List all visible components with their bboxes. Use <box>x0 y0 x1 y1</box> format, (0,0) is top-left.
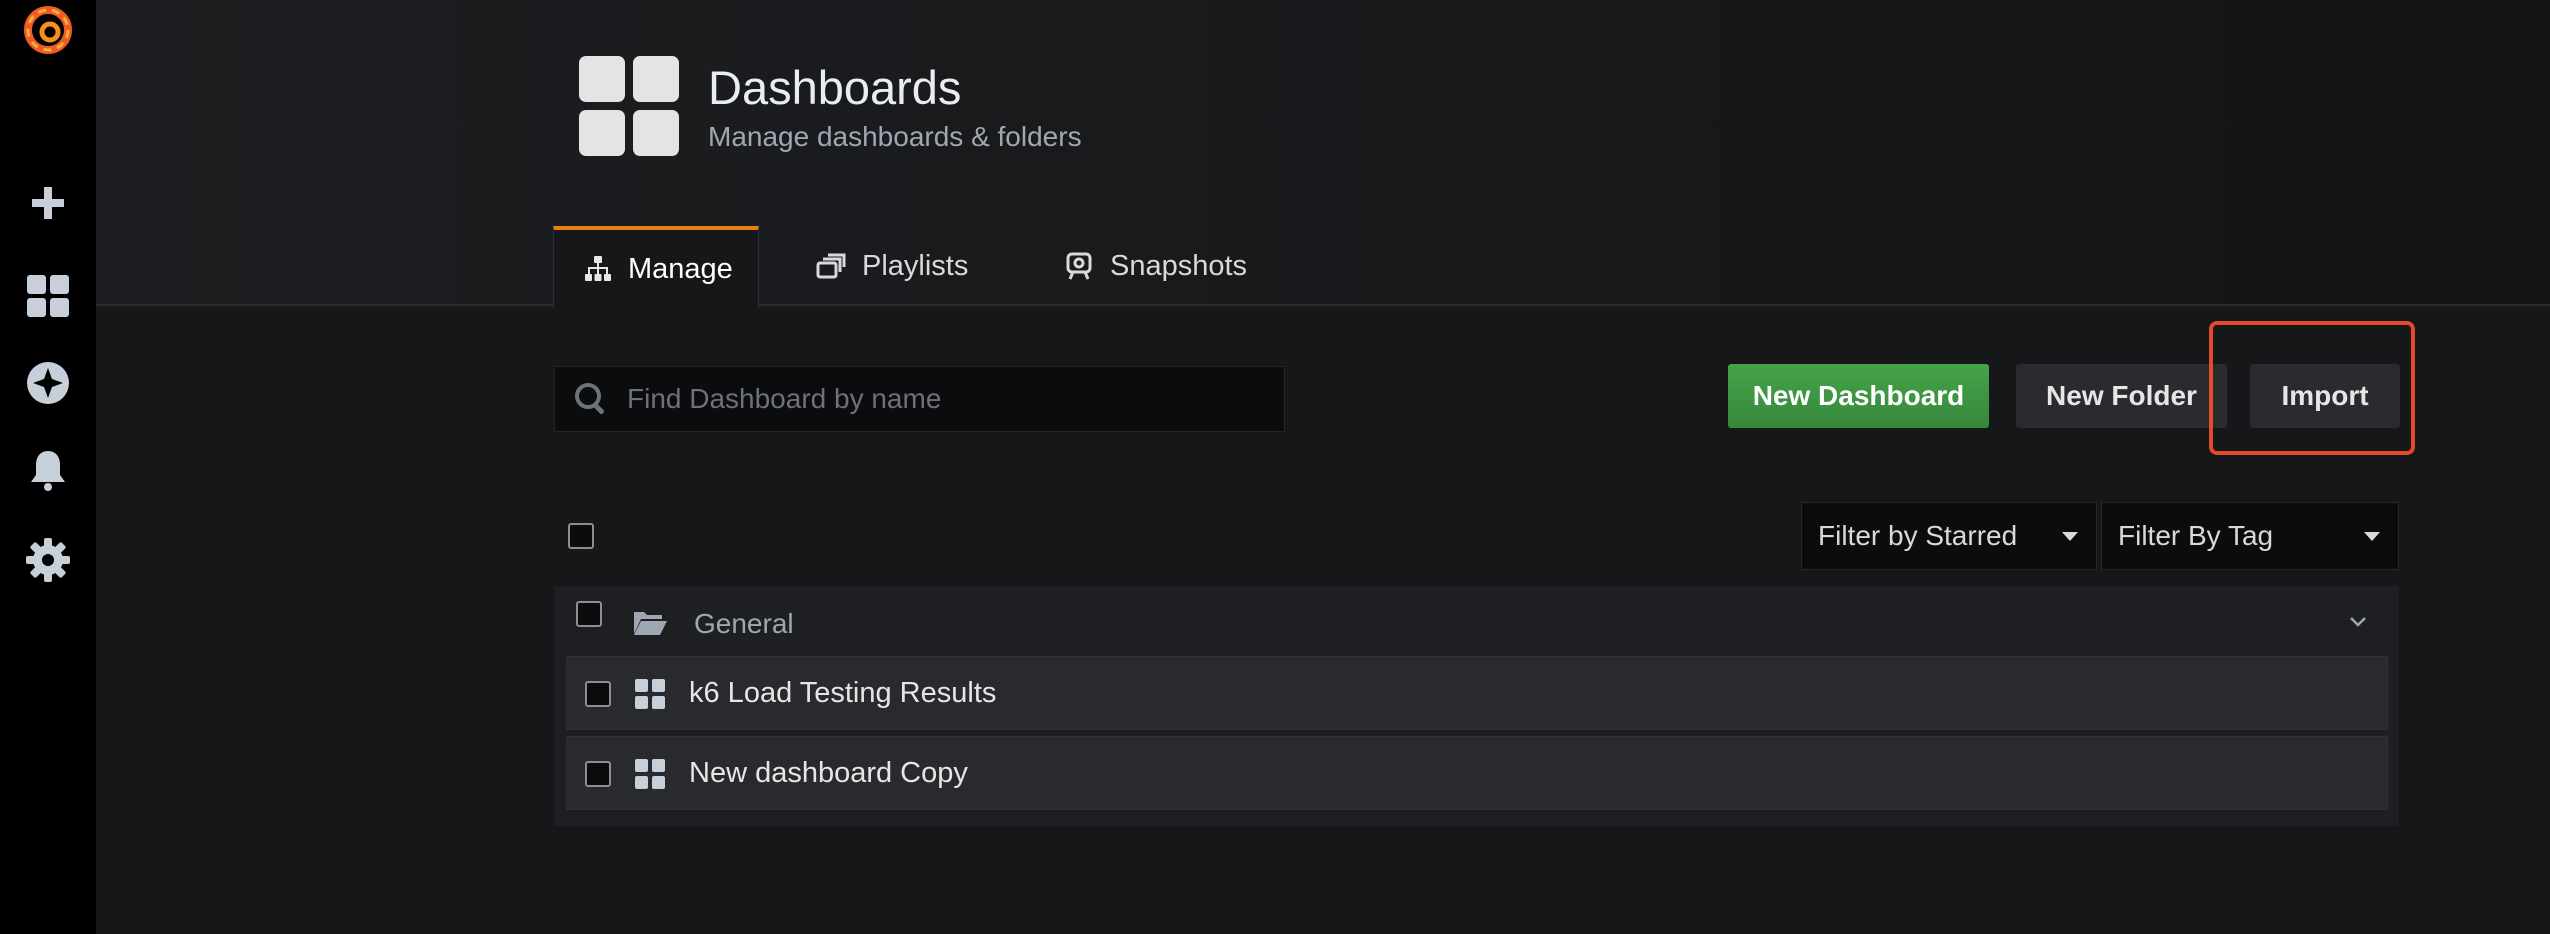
page-subtitle: Manage dashboards & folders <box>708 121 1082 152</box>
caret-down-icon <box>2062 531 2078 541</box>
search-icon <box>571 379 611 419</box>
dashboard-row[interactable]: k6 Load Testing Results <box>566 656 2388 730</box>
filter-by-tag-select[interactable]: Filter By Tag <box>2101 502 2399 570</box>
tab-manage[interactable]: Manage <box>553 226 759 308</box>
alert-bell-icon[interactable] <box>8 440 88 500</box>
page-header: Dashboards Manage dashboards & folders M… <box>96 0 2550 308</box>
caret-down-icon <box>2364 531 2380 541</box>
dashboard-checkbox[interactable] <box>585 681 611 707</box>
tab-snapshots[interactable]: Snapshots <box>1034 226 1277 306</box>
dashboard-title[interactable]: k6 Load Testing Results <box>689 677 996 710</box>
dashboard-title[interactable]: New dashboard Copy <box>689 757 968 790</box>
folder-open-icon <box>632 608 668 638</box>
tab-playlists[interactable]: Playlists <box>786 226 998 306</box>
side-menu <box>0 0 96 934</box>
folder-header[interactable]: General <box>554 586 2399 656</box>
tab-snapshots-label: Snapshots <box>1110 249 1248 282</box>
dashboards-icon[interactable] <box>8 266 88 326</box>
filter-by-starred-select[interactable]: Filter by Starred <box>1801 502 2097 570</box>
dashboard-icon <box>635 679 665 709</box>
dashboards-header-icon <box>579 56 679 156</box>
search-input[interactable] <box>625 382 1284 416</box>
folder-general: General k6 Load Testing Results New dash… <box>554 586 2399 826</box>
playlist-icon <box>816 251 846 281</box>
tab-manage-label: Manage <box>628 252 733 285</box>
gear-icon[interactable] <box>8 530 88 590</box>
new-dashboard-button[interactable]: New Dashboard <box>1728 364 1989 428</box>
explore-icon[interactable] <box>8 353 88 413</box>
chevron-down-icon[interactable] <box>2347 610 2369 632</box>
plus-icon[interactable] <box>8 173 88 233</box>
dashboard-checkbox[interactable] <box>585 761 611 787</box>
new-folder-button[interactable]: New Folder <box>2016 364 2227 428</box>
filter-by-starred-label: Filter by Starred <box>1818 520 2018 551</box>
dashboard-row[interactable]: New dashboard Copy <box>566 736 2388 810</box>
snapshot-icon <box>1064 251 1094 281</box>
grafana-logo-icon[interactable] <box>8 0 88 60</box>
search-box <box>554 366 1285 432</box>
filter-by-tag-label: Filter By Tag <box>2118 520 2274 551</box>
page-title: Dashboards <box>708 61 962 114</box>
sitemap-icon <box>584 254 612 284</box>
dashboard-icon <box>635 759 665 789</box>
folder-checkbox[interactable] <box>576 601 602 627</box>
folder-name: General <box>694 608 794 639</box>
tab-playlists-label: Playlists <box>862 249 969 282</box>
import-highlight-box <box>2209 321 2415 455</box>
select-all-checkbox[interactable] <box>568 523 594 549</box>
